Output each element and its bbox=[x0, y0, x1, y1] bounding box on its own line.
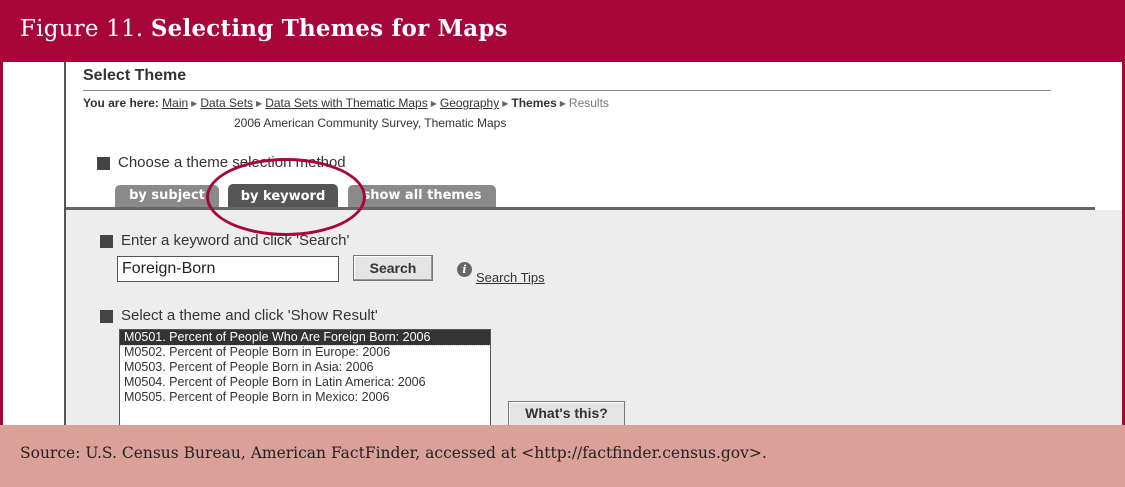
breadcrumb-current: Themes bbox=[511, 96, 557, 110]
breadcrumb-data-sets[interactable]: Data Sets bbox=[200, 96, 253, 110]
breadcrumb: You are here: Main ▶ Data Sets ▶ Data Sets w… bbox=[83, 96, 609, 110]
bullet-square-icon bbox=[100, 234, 113, 248]
breadcrumb-geography[interactable]: Geography bbox=[440, 96, 499, 110]
breadcrumb-arrow-icon: ▶ bbox=[559, 99, 566, 108]
figure-title-text: Selecting Themes for Maps bbox=[150, 15, 508, 42]
title-divider bbox=[83, 90, 1051, 91]
theme-instruction: Select a theme and click 'Show Result' bbox=[100, 307, 378, 324]
whats-this-button[interactable]: What's this? bbox=[508, 401, 625, 425]
theme-option[interactable]: M0504. Percent of People Born in Latin A… bbox=[120, 375, 490, 390]
keyword-input[interactable] bbox=[117, 256, 339, 282]
figure-label: Figure 11. bbox=[20, 16, 144, 42]
keyword-instruction-text: Enter a keyword and click 'Search' bbox=[121, 232, 350, 249]
frame-border-left bbox=[0, 62, 3, 425]
breadcrumb-arrow-icon: ▶ bbox=[256, 99, 263, 108]
tab-by-subject[interactable]: by subject bbox=[115, 185, 219, 207]
bullet-square-icon bbox=[97, 156, 110, 170]
source-footer: Source: U.S. Census Bureau, American Fac… bbox=[0, 425, 1125, 487]
theme-instruction-text: Select a theme and click 'Show Result' bbox=[121, 307, 378, 324]
figure-header: Figure 11. Selecting Themes for Maps bbox=[0, 0, 1125, 62]
theme-option[interactable]: M0502. Percent of People Born in Europe:… bbox=[120, 345, 490, 360]
breadcrumb-thematic-maps[interactable]: Data Sets with Thematic Maps bbox=[265, 96, 428, 110]
theme-option[interactable]: M0505. Percent of People Born in Mexico:… bbox=[120, 390, 490, 405]
breadcrumb-next: Results bbox=[568, 96, 609, 110]
breadcrumb-arrow-icon: ▶ bbox=[430, 99, 437, 108]
breadcrumb-arrow-icon: ▶ bbox=[191, 99, 198, 108]
source-text: Source: U.S. Census Bureau, American Fac… bbox=[20, 444, 767, 462]
figure-title: Figure 11. Selecting Themes for Maps bbox=[20, 15, 508, 42]
breadcrumb-arrow-icon: ▶ bbox=[502, 99, 509, 108]
keyword-instruction: Enter a keyword and click 'Search' bbox=[100, 232, 349, 249]
search-button[interactable]: Search bbox=[353, 255, 433, 281]
method-heading: Choose a theme selection method bbox=[97, 154, 346, 171]
page-title: Select Theme bbox=[83, 67, 187, 84]
tab-show-all-themes[interactable]: show all themes bbox=[348, 185, 496, 207]
bullet-square-icon bbox=[100, 309, 113, 323]
breadcrumb-main[interactable]: Main bbox=[162, 96, 188, 110]
method-label: Choose a theme selection method bbox=[118, 154, 346, 171]
breadcrumb-prefix: You are here: bbox=[83, 96, 159, 110]
theme-option[interactable]: M0501. Percent of People Who Are Foreign… bbox=[120, 330, 490, 346]
search-tips-link[interactable]: Search Tips bbox=[476, 270, 545, 285]
theme-listbox[interactable]: M0501. Percent of People Who Are Foreign… bbox=[119, 329, 491, 425]
info-icon: i bbox=[457, 262, 472, 277]
theme-option[interactable]: M0503. Percent of People Born in Asia: 2… bbox=[120, 360, 490, 375]
survey-label: 2006 American Community Survey, Thematic… bbox=[234, 116, 507, 130]
